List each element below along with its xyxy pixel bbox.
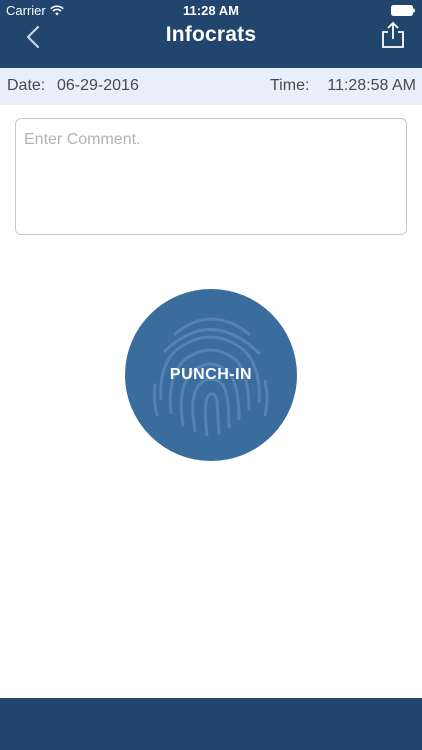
date-label: Date: bbox=[7, 77, 46, 94]
time-label: Time: bbox=[270, 77, 310, 94]
share-icon bbox=[382, 21, 404, 48]
navigation-bar: Infocrats bbox=[0, 20, 422, 68]
bottom-bar bbox=[0, 698, 422, 750]
punch-in-button[interactable]: PUNCH-IN bbox=[125, 289, 297, 461]
share-button[interactable] bbox=[378, 20, 408, 50]
punch-in-label: PUNCH-IN bbox=[169, 366, 253, 383]
comment-input[interactable] bbox=[15, 118, 407, 235]
status-bar: Carrier 11:28 AM bbox=[0, 0, 422, 20]
battery-icon bbox=[391, 5, 415, 16]
time-value: 11:28:58 AM bbox=[327, 77, 416, 94]
top-bar: Carrier 11:28 AM Infocrats bbox=[0, 0, 422, 68]
status-time: 11:28 AM bbox=[183, 3, 239, 18]
page-title: Infocrats bbox=[165, 23, 257, 46]
date-time-strip: Date: 06-29-2016 Time: 11:28:58 AM bbox=[0, 68, 422, 105]
app-screen: Carrier 11:28 AM Infocrats Date: 06-29-2… bbox=[0, 0, 422, 750]
date-value: 06-29-2016 bbox=[57, 77, 139, 94]
